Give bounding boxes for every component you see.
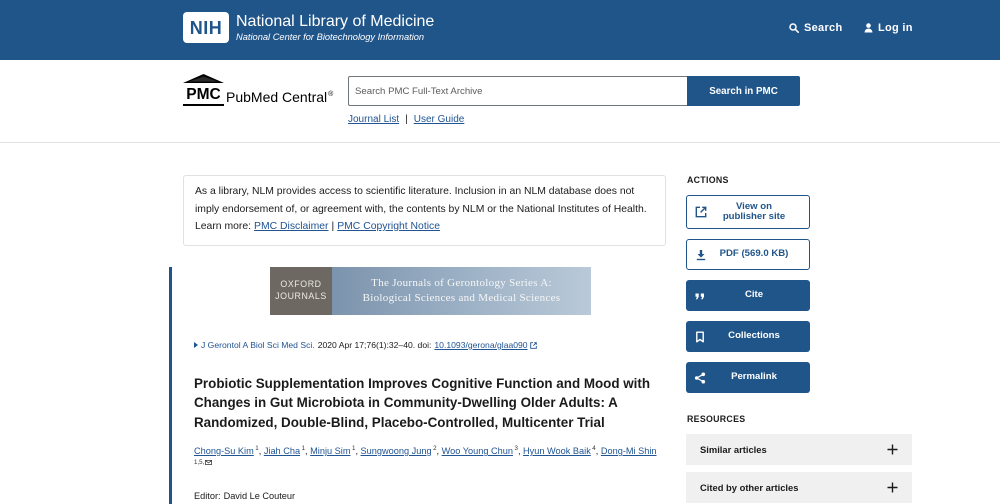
external-link-icon <box>695 206 707 218</box>
pmc-search-input[interactable] <box>348 76 687 106</box>
journal-banner-line: Biological Sciences and Medical Sciences <box>362 291 561 304</box>
disclaimer-separator: | <box>331 221 335 232</box>
editor-label: Editor: <box>194 491 221 501</box>
publisher-line: JOURNALS <box>275 291 327 301</box>
journal-list-link[interactable]: Journal List <box>348 114 399 125</box>
author-link[interactable]: Dong-Mi Shin <box>601 446 657 456</box>
plus-icon <box>887 444 898 455</box>
share-icon <box>694 372 706 384</box>
resources-heading: RESOURCES <box>687 414 746 424</box>
permalink-text: Permalink <box>706 372 810 383</box>
header-search-button[interactable]: Search <box>789 20 843 36</box>
user-icon <box>864 23 873 33</box>
header-divider <box>0 142 1000 143</box>
pmc-logo-name[interactable]: PubMed Central® <box>226 86 333 106</box>
pmc-copyright-link[interactable]: PMC Copyright Notice <box>337 221 440 232</box>
journal-banner-line: The Journals of Gerontology Series A: <box>371 277 552 289</box>
author-link[interactable]: Chong-Su Kim <box>194 446 254 456</box>
pdf-download-text: PDF (569.0 KB) <box>707 249 809 260</box>
cite-label: Cite <box>744 289 764 301</box>
permalink-label: Permalink <box>731 371 777 383</box>
article-left-rule <box>169 267 172 504</box>
pmc-logo-abbr: PMC <box>183 86 224 106</box>
pmc-logo-name-text: PubMed Central <box>226 89 328 105</box>
editor-name: David Le Couteur <box>223 491 296 501</box>
envelope-icon[interactable] <box>205 460 213 465</box>
collections-text: Collections <box>706 331 810 342</box>
article-editor: Editor: David Le Couteur <box>194 490 295 503</box>
author-link[interactable]: Woo Young Chun <box>442 446 513 456</box>
org-name[interactable]: National Library of Medicine <box>236 12 434 31</box>
pmc-logo[interactable]: PMC <box>183 74 224 107</box>
user-guide-link[interactable]: User Guide <box>414 114 465 125</box>
permalink-button[interactable]: Permalink <box>686 362 810 393</box>
publisher-line: OXFORD <box>280 279 322 289</box>
nih-logo[interactable]: NIH <box>183 12 229 43</box>
collections-button[interactable]: Collections <box>686 321 810 352</box>
pmc-secondary-links: Journal List | User Guide <box>348 113 464 127</box>
disclaimer-learn-more: Learn more: PMC Disclaimer | PMC Copyright … <box>195 218 654 236</box>
plus-icon <box>887 482 898 493</box>
download-icon <box>695 249 707 261</box>
cite-button[interactable]: Cite <box>686 280 810 311</box>
author-list: Chong-Su Kim 1, Jiah Cha 1, Minju Sim 1, Su… <box>194 444 674 472</box>
author-link[interactable]: Sungwoong Jung <box>361 446 432 456</box>
journal-name-banner: The Journals of Gerontology Series A: Bi… <box>332 267 591 315</box>
pmc-roof-icon <box>183 74 224 83</box>
pdf-download-label: PDF (569.0 KB) <box>719 248 789 260</box>
link-separator: | <box>405 114 408 125</box>
registered-mark: ® <box>328 91 334 98</box>
nlm-header: NIH National Library of Medicine Nationa… <box>0 0 1000 60</box>
citation-journal-link[interactable]: J Gerontol A Biol Sci Med Sci. <box>201 339 315 351</box>
actions-heading: ACTIONS <box>687 175 729 185</box>
bookmark-icon <box>694 331 706 343</box>
article-title: Probiotic Supplementation Improves Cogni… <box>194 376 651 430</box>
external-link-icon[interactable] <box>529 341 537 349</box>
author-link[interactable]: Minju Sim <box>310 446 350 456</box>
doi-link[interactable]: 10.1093/gerona/glaa090 <box>434 339 527 351</box>
pdf-download-button[interactable]: PDF (569.0 KB) <box>686 239 810 270</box>
journal-banner[interactable]: OXFORD JOURNALS The Journals of Gerontol… <box>270 267 591 315</box>
author-affiliation[interactable]: 1,5, <box>194 459 204 466</box>
author-link[interactable]: Jiah Cha <box>264 446 300 456</box>
citation-details: 2020 Apr 17;76(1):32–40. doi: <box>317 340 432 350</box>
disclaimer-text: As a library, NLM provides access to sci… <box>195 186 647 215</box>
similar-articles-label: Similar articles <box>700 444 767 455</box>
author-link[interactable]: Hyun Wook Baik <box>523 446 591 456</box>
login-button[interactable]: Log in <box>864 20 913 36</box>
similar-articles-toggle[interactable]: Similar articles <box>686 434 912 465</box>
cited-by-label: Cited by other articles <box>700 482 799 493</box>
search-icon <box>789 23 799 33</box>
collections-label: Collections <box>728 330 780 342</box>
login-label: Log in <box>878 22 913 34</box>
quote-icon <box>694 290 706 302</box>
view-on-publisher-button[interactable]: View on publisher site <box>686 195 810 229</box>
nih-logo-text: NIH <box>189 17 223 38</box>
cited-by-toggle[interactable]: Cited by other articles <box>686 472 912 503</box>
search-in-pmc-button[interactable]: Search in PMC <box>687 76 800 106</box>
view-on-publisher-label: View on publisher site <box>722 200 786 222</box>
pmc-disclaimer-link[interactable]: PMC Disclaimer <box>254 221 328 232</box>
chevron-right-icon[interactable] <box>194 342 198 348</box>
nlm-disclaimer-box: As a library, NLM provides access to sci… <box>183 175 666 246</box>
cite-text: Cite <box>706 290 810 301</box>
learn-more-label: Learn more: <box>195 221 252 232</box>
publisher-logo: OXFORD JOURNALS <box>270 267 332 315</box>
article-citation: J Gerontol A Biol Sci Med Sci. 2020 Apr … <box>194 339 537 351</box>
header-search-label: Search <box>804 22 843 34</box>
view-on-publisher-text: View on publisher site <box>707 200 809 223</box>
org-subtitle: National Center for Biotechnology Inform… <box>236 32 425 42</box>
